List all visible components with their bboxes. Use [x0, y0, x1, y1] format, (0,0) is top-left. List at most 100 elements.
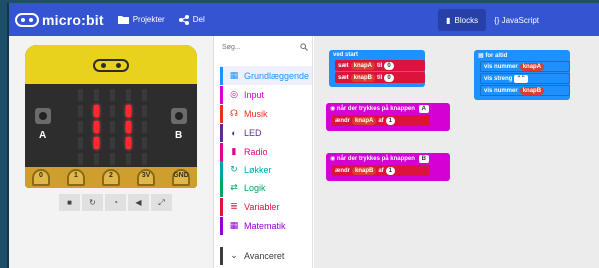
value-input[interactable]: 1: [385, 116, 396, 125]
slowmo-button[interactable]: ◔: [105, 194, 126, 211]
toolbox-category-variabler[interactable]: ≣ Variabler: [220, 197, 312, 216]
led-2-3: [125, 121, 131, 133]
button-a-label: A: [39, 130, 47, 141]
show-string-block[interactable]: vis streng " ": [480, 73, 570, 84]
toolbox-category-grundlæggende[interactable]: ▦ Grundlæggende: [220, 66, 312, 85]
category-label: Musik: [244, 108, 268, 119]
on-button-b-block[interactable]: ◉ når der trykkes på knappen B ændr knap…: [326, 153, 450, 181]
button-dropdown[interactable]: B: [418, 155, 429, 163]
event-label: når der trykkes på knappen: [336, 156, 415, 162]
button-dropdown[interactable]: A: [418, 105, 429, 113]
pin-label: 3V: [141, 172, 151, 179]
signal-icon: ▮: [231, 146, 237, 156]
share-label: Del: [192, 15, 205, 24]
forever-label: for altid: [485, 53, 508, 59]
projects-button[interactable]: Projekter: [117, 15, 165, 24]
value-input[interactable]: 0: [384, 61, 394, 70]
toolbox-category-logik[interactable]: ⇄ Logik: [220, 178, 312, 197]
variable-dropdown[interactable]: knapB: [352, 166, 377, 175]
set-variable-block[interactable]: sæt knapA til 0: [335, 60, 425, 71]
led-1-4: [141, 105, 147, 117]
toolbox-category-input[interactable]: ◎ Input: [220, 85, 312, 104]
sound-icon: ◀: [135, 198, 142, 207]
editor-toggle: ▮ Blocks {} JavaScript: [438, 9, 547, 31]
headphones-icon: ☊: [230, 108, 238, 118]
pin-label: 0: [39, 172, 43, 179]
forever-block[interactable]: ▦ for altid vis nummer knapA vis streng …: [474, 50, 570, 100]
change-variable-block[interactable]: ændr knapB af 1: [332, 165, 430, 176]
led-2-0: [77, 121, 83, 133]
led-3-0: [77, 137, 83, 149]
led-1-1: [93, 105, 99, 117]
led-3-3: [125, 137, 131, 149]
shuffle-icon: ⇄: [230, 182, 238, 192]
variable-dropdown[interactable]: knapA: [352, 116, 377, 125]
on-start-block[interactable]: ved start sæt knapA til 0 sæt knapB til …: [329, 50, 425, 87]
loop-icon: ↻: [230, 164, 238, 174]
block-keyword: af: [378, 117, 384, 124]
show-number-block[interactable]: vis nummer knapA: [480, 61, 570, 72]
toolbox-category-avanceret[interactable]: ⌄ Avanceret: [220, 246, 312, 265]
block-keyword: sæt: [338, 74, 349, 81]
led-4-1: [93, 153, 99, 165]
fullscreen-button[interactable]: ⤢: [151, 194, 172, 211]
microbit-board: A B 0 1 2 3V GND: [25, 45, 197, 188]
led-matrix: [73, 88, 151, 166]
microbit-logo-icon: [15, 12, 39, 27]
led-4-4: [141, 153, 147, 165]
toolbox-category-musik[interactable]: ☊ Musik: [220, 104, 312, 123]
on-start-label: ved start: [333, 52, 359, 58]
category-label: Matematik: [244, 220, 286, 231]
restart-button[interactable]: ↻: [82, 194, 103, 211]
led-4-0: [77, 153, 83, 165]
pin-label: GND: [173, 172, 189, 179]
category-color-bar: [220, 160, 223, 179]
variable-dropdown[interactable]: knapA: [519, 62, 545, 71]
toolbox-category-løkker[interactable]: ↻ Løkker: [220, 160, 312, 179]
blocks-icon: ▮: [446, 15, 451, 25]
led-3-2: [109, 137, 115, 149]
calc-icon: ▦: [229, 220, 239, 230]
event-header: ◉ når der trykkes på knappen B: [326, 153, 450, 165]
event-icon: ◉: [330, 156, 337, 162]
mute-button[interactable]: ◀: [128, 194, 149, 211]
folder-icon: [117, 16, 129, 24]
category-label: Løkker: [244, 164, 272, 175]
category-color-bar: [220, 66, 223, 85]
set-variable-block[interactable]: sæt knapB til 0: [335, 72, 425, 83]
stop-button[interactable]: ■: [59, 194, 80, 211]
variable-dropdown[interactable]: knapB: [350, 73, 376, 82]
led-2-4: [141, 121, 147, 133]
variable-dropdown[interactable]: knapA: [350, 61, 376, 70]
toolbox-category-radio[interactable]: ▮ Radio: [220, 142, 312, 161]
on-button-a-block[interactable]: ◉ når der trykkes på knappen A ændr knap…: [326, 103, 450, 131]
toolbox-search-input[interactable]: Søg...: [219, 41, 309, 55]
value-input[interactable]: 1: [385, 166, 396, 175]
led-3-4: [141, 137, 147, 149]
category-color-bar: [220, 85, 223, 104]
toolbox-category-led[interactable]: ◐ LED: [220, 123, 312, 142]
variable-dropdown[interactable]: knapB: [519, 86, 545, 95]
block-keyword: vis streng: [484, 75, 513, 82]
javascript-tab[interactable]: {} JavaScript: [486, 9, 547, 31]
led-1-2: [109, 105, 115, 117]
led-2-1: [93, 121, 99, 133]
change-variable-block[interactable]: ændr knapA af 1: [332, 115, 430, 126]
category-label: Logik: [244, 182, 266, 193]
blocks-tab[interactable]: ▮ Blocks: [438, 9, 487, 31]
show-number-block[interactable]: vis nummer knapB: [480, 85, 570, 96]
led-1-3: [125, 105, 131, 117]
share-button[interactable]: Del: [178, 14, 205, 25]
category-label: Grundlæggende: [244, 70, 310, 81]
category-label: LED: [244, 127, 262, 138]
button-a[interactable]: [35, 108, 51, 124]
app-logo[interactable]: micro:bit: [15, 12, 104, 28]
button-b-label: B: [175, 130, 183, 141]
value-input[interactable]: 0: [384, 73, 394, 82]
toolbox-category-matematik[interactable]: ▦ Matematik: [220, 216, 312, 235]
string-input[interactable]: " ": [514, 74, 528, 83]
event-label: når der trykkes på knappen: [336, 106, 415, 112]
button-b[interactable]: [171, 108, 187, 124]
chevron-icon: ⌄: [230, 250, 238, 260]
blocks-workspace[interactable]: ved start sæt knapA til 0 sæt knapB til …: [314, 36, 599, 268]
